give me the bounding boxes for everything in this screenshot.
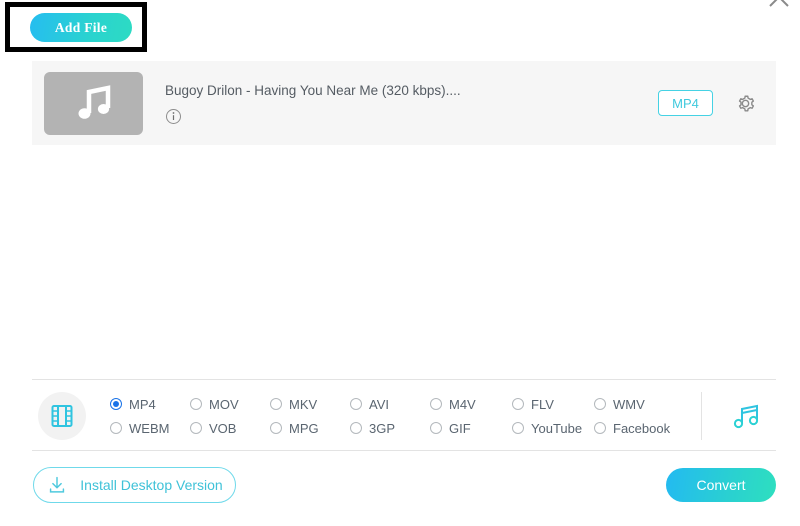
format-option-webm[interactable]: WEBM xyxy=(110,416,190,440)
radio-dot-facebook[interactable] xyxy=(594,422,606,434)
radio-dot-mkv[interactable] xyxy=(270,398,282,410)
file-name: Bugoy Drilon - Having You Near Me (320 k… xyxy=(165,82,658,100)
radio-dot-mpg[interactable] xyxy=(270,422,282,434)
divider-top xyxy=(32,379,776,380)
radio-dot-flv[interactable] xyxy=(512,398,524,410)
radio-dot-vob[interactable] xyxy=(190,422,202,434)
format-option-label: 3GP xyxy=(369,421,395,436)
format-radio-grid: MP4 MOV MKV AVI M4V FLV WMV WEBM xyxy=(110,392,695,440)
format-option-label: M4V xyxy=(449,397,476,412)
radio-dot-m4v[interactable] xyxy=(430,398,442,410)
radio-dot-avi[interactable] xyxy=(350,398,362,410)
audio-format-group-icon[interactable] xyxy=(728,398,764,434)
format-panel: MP4 MOV MKV AVI M4V FLV WMV WEBM xyxy=(32,384,776,448)
radio-dot-3gp[interactable] xyxy=(350,422,362,434)
format-option-3gp[interactable]: 3GP xyxy=(350,416,430,440)
format-option-label: VOB xyxy=(209,421,236,436)
radio-dot-gif[interactable] xyxy=(430,422,442,434)
format-option-label: MKV xyxy=(289,397,317,412)
format-option-mkv[interactable]: MKV xyxy=(270,392,350,416)
format-option-wmv[interactable]: WMV xyxy=(594,392,682,416)
format-option-avi[interactable]: AVI xyxy=(350,392,430,416)
file-info: Bugoy Drilon - Having You Near Me (320 k… xyxy=(143,82,658,125)
format-option-youtube[interactable]: YouTube xyxy=(512,416,594,440)
format-option-label: GIF xyxy=(449,421,471,436)
format-option-mov[interactable]: MOV xyxy=(190,392,270,416)
download-icon xyxy=(46,474,68,496)
format-option-facebook[interactable]: Facebook xyxy=(594,416,682,440)
bottom-bar: Install Desktop Version Convert xyxy=(0,458,800,526)
format-option-label: MP4 xyxy=(129,397,156,412)
format-option-label: MPG xyxy=(289,421,319,436)
format-option-m4v[interactable]: M4V xyxy=(430,392,512,416)
close-icon[interactable] xyxy=(764,0,794,20)
format-option-label: AVI xyxy=(369,397,389,412)
format-option-flv[interactable]: FLV xyxy=(512,392,594,416)
format-option-gif[interactable]: GIF xyxy=(430,416,512,440)
film-strip-icon xyxy=(48,402,76,430)
convert-button[interactable]: Convert xyxy=(666,468,776,502)
format-option-label: YouTube xyxy=(531,421,582,436)
radio-dot-webm[interactable] xyxy=(110,422,122,434)
radio-dot-mov[interactable] xyxy=(190,398,202,410)
format-option-label: MOV xyxy=(209,397,239,412)
format-option-label: WEBM xyxy=(129,421,169,436)
table-row[interactable]: Bugoy Drilon - Having You Near Me (320 k… xyxy=(32,61,776,145)
music-note-icon xyxy=(73,83,115,123)
divider-bottom xyxy=(32,450,776,451)
format-panel-divider xyxy=(701,392,702,440)
file-row-actions: MP4 xyxy=(658,90,764,116)
gear-icon[interactable] xyxy=(735,93,756,114)
radio-dot-mp4[interactable] xyxy=(110,398,122,410)
format-option-vob[interactable]: VOB xyxy=(190,416,270,440)
format-option-label: FLV xyxy=(531,397,554,412)
format-option-label: Facebook xyxy=(613,421,670,436)
radio-dot-wmv[interactable] xyxy=(594,398,606,410)
radio-dot-youtube[interactable] xyxy=(512,422,524,434)
format-option-mp4[interactable]: MP4 xyxy=(110,392,190,416)
music-note-icon xyxy=(728,398,764,434)
top-bar: Add File xyxy=(0,0,800,56)
output-format-badge[interactable]: MP4 xyxy=(658,90,713,116)
file-thumbnail xyxy=(44,72,143,135)
file-list: Bugoy Drilon - Having You Near Me (320 k… xyxy=(32,61,776,145)
format-option-label: WMV xyxy=(613,397,645,412)
format-option-mpg[interactable]: MPG xyxy=(270,416,350,440)
info-icon[interactable] xyxy=(165,108,182,125)
video-format-group-icon[interactable] xyxy=(38,392,86,440)
install-desktop-version-label: Install Desktop Version xyxy=(80,477,222,493)
add-file-button[interactable]: Add File xyxy=(30,13,132,42)
install-desktop-version-button[interactable]: Install Desktop Version xyxy=(33,467,236,503)
